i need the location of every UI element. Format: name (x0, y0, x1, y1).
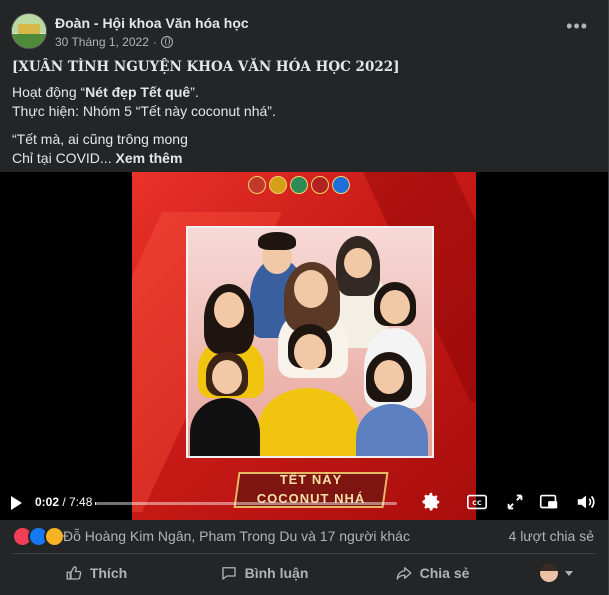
page-avatar[interactable] (11, 13, 47, 49)
meta-dot: · (152, 35, 157, 49)
org-logos (248, 176, 350, 194)
more-options-icon[interactable]: ••• (566, 17, 588, 35)
share-arrow-icon (396, 567, 412, 580)
post-meta: 30 Tháng 1, 2022 · (55, 35, 173, 49)
post-date[interactable]: 30 Tháng 1, 2022 (55, 35, 149, 49)
like-label: Thích (89, 565, 128, 581)
post-line-3: “Tết mà, ai cũng trông mong (12, 131, 188, 147)
progress-bar[interactable] (95, 502, 397, 505)
progress-fill (95, 502, 97, 505)
haha-reaction-icon (44, 526, 65, 547)
audience-selector[interactable] (516, 556, 596, 590)
post-line-2: Thực hiện: Nhóm 5 “Tết này coconut nhá”. (12, 103, 276, 119)
share-button[interactable]: Chia sẻ (348, 556, 516, 590)
reaction-icons[interactable] (12, 526, 65, 547)
reaction-names[interactable]: Đỗ Hoàng Kim Ngân, Pham Trong Du và 17 n… (63, 528, 410, 544)
video-time: 0:02 / 7:48 (35, 495, 93, 509)
see-more-link[interactable]: Xem thêm (115, 150, 182, 166)
play-icon[interactable] (11, 496, 22, 510)
like-button[interactable]: Thích (12, 556, 180, 590)
svg-text:CC: CC (472, 499, 482, 507)
thumbs-up-icon (66, 566, 82, 580)
divider (12, 553, 596, 554)
video-duration: 7:48 (69, 495, 93, 509)
group-photo (186, 226, 434, 458)
post-text: [XUÂN TÌNH NGUYỆN KHOA VĂN HÓA HỌC 2022]… (12, 58, 592, 168)
comment-label: Bình luận (244, 565, 309, 581)
logo-icon (248, 176, 266, 194)
post-card: Đoàn - Hội khoa Văn hóa học 30 Tháng 1, … (0, 0, 609, 595)
page-name-link[interactable]: Đoàn - Hội khoa Văn hóa học (55, 15, 249, 31)
video-thumbnail: TẾT NÀY COCONUT NHÁ (132, 172, 476, 520)
current-time: 0:02 (35, 495, 60, 509)
post-line-4: Chỉ tại COVID... Xem thêm (12, 150, 183, 166)
settings-gear-icon[interactable] (420, 491, 442, 513)
video-player[interactable]: TẾT NÀY COCONUT NHÁ 0:02 / 7:48 CC (0, 172, 608, 520)
volume-icon[interactable] (575, 491, 597, 513)
action-bar: Thích Bình luận Chia sẻ (12, 556, 596, 590)
share-count[interactable]: 4 lượt chia sẻ (509, 528, 594, 544)
picture-in-picture-icon[interactable] (538, 491, 560, 513)
logo-icon (311, 176, 329, 194)
user-avatar (539, 564, 558, 582)
logo-icon (269, 176, 287, 194)
captions-icon[interactable]: CC (466, 491, 488, 513)
expand-icon[interactable] (504, 491, 526, 513)
logo-icon (290, 176, 308, 194)
post-line-1: Hoạt động “Nét đẹp Tết quê”. (12, 84, 199, 100)
video-controls: 0:02 / 7:48 CC (0, 482, 608, 520)
logo-icon (332, 176, 350, 194)
comment-button[interactable]: Bình luận (180, 556, 348, 590)
comment-icon (221, 567, 236, 580)
post-title: [XUÂN TÌNH NGUYỆN KHOA VĂN HÓA HỌC 2022] (12, 59, 400, 75)
chevron-down-icon (564, 570, 573, 576)
share-label: Chia sẻ (419, 565, 470, 581)
globe-icon (160, 36, 173, 48)
